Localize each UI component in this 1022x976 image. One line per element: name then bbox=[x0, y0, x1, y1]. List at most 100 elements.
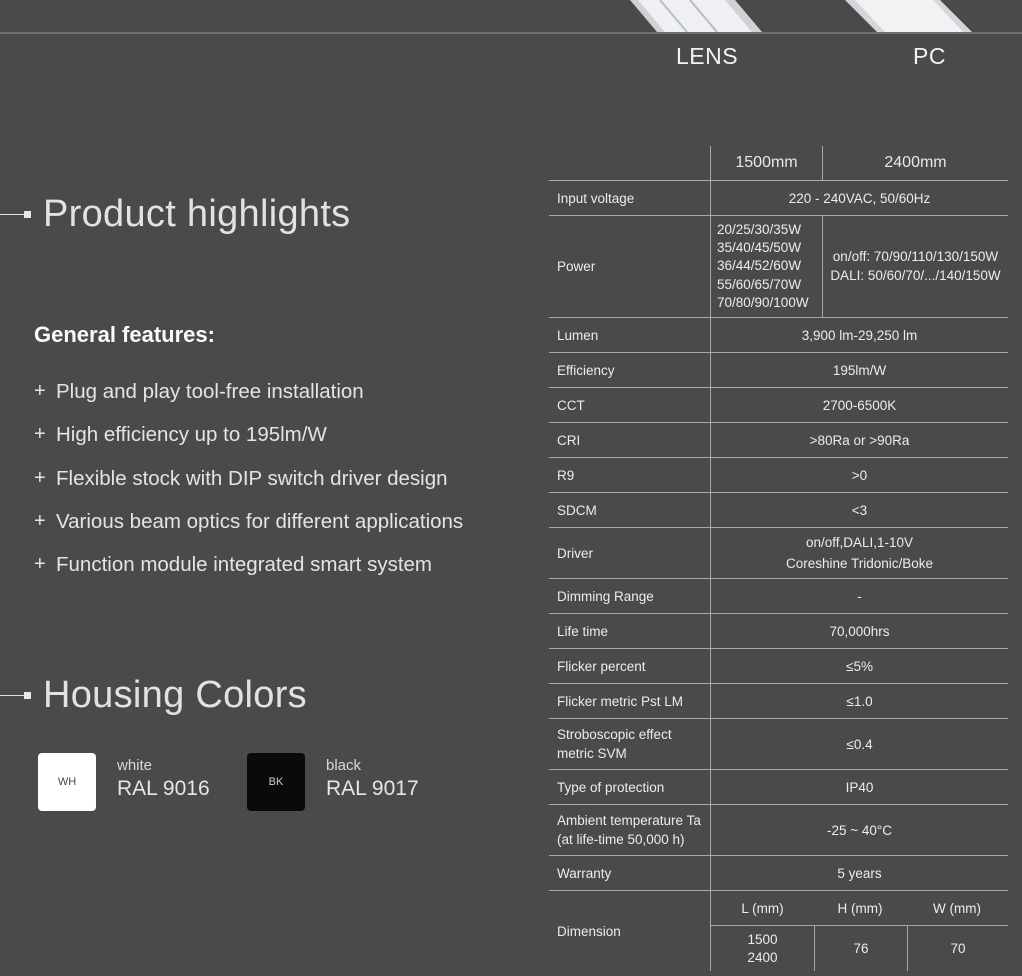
power-1500-values: 20/25/30/35W 35/40/45/50W 36/44/52/60W 5… bbox=[710, 216, 822, 317]
dimension-h-value: 76 bbox=[814, 926, 907, 971]
heading-line bbox=[0, 214, 24, 215]
label-line: (at life-time 50,000 h) bbox=[557, 832, 685, 847]
power-value: 70/80/90/100W bbox=[717, 294, 809, 310]
list-item: + High efficiency up to 195lm/W bbox=[34, 423, 463, 466]
row-value: >80Ra or >90Ra bbox=[710, 423, 1008, 457]
row-value: ≤5% bbox=[710, 649, 1008, 683]
pc-product-image bbox=[845, 0, 972, 32]
list-item: + Various beam optics for different appli… bbox=[34, 510, 463, 553]
plus-icon: + bbox=[34, 466, 46, 489]
driver-value-line: on/off,DALI,1-10V bbox=[805, 535, 914, 550]
row-label: Efficiency bbox=[557, 362, 615, 378]
power-value: DALI: 50/60/70/.../140/150W bbox=[830, 267, 1001, 283]
row-label: Ambient temperature Ta (at life-time 50,… bbox=[549, 805, 710, 855]
feature-text: Function module integrated smart system bbox=[56, 553, 432, 577]
row-label: Dimming Range bbox=[557, 588, 654, 604]
housing-colors-heading: Housing Colors bbox=[0, 674, 307, 717]
plus-icon: + bbox=[34, 509, 46, 532]
general-features-title: General features: bbox=[34, 322, 215, 347]
row-value: 70,000hrs bbox=[710, 614, 1008, 648]
row-value: on/off,DALI,1-10V Coreshine Tridonic/Bok… bbox=[710, 528, 1008, 578]
row-label: Flicker percent bbox=[557, 658, 646, 674]
row-label: Dimension bbox=[557, 923, 621, 939]
row-value: <3 bbox=[710, 493, 1008, 527]
lens-label: LENS bbox=[676, 43, 739, 69]
pc-label: PC bbox=[913, 43, 946, 69]
heading-marker bbox=[24, 692, 31, 699]
table-row: Stroboscopic effect metric SVM ≤0.4 bbox=[549, 719, 1008, 770]
row-value: -25 ~ 40°C bbox=[710, 805, 1008, 855]
list-item: + Function module integrated smart system bbox=[34, 553, 463, 596]
row-label: Life time bbox=[557, 623, 609, 639]
table-row: Flicker metric Pst LM ≤1.0 bbox=[549, 684, 1008, 719]
table-row: SDCM <3 bbox=[549, 493, 1008, 528]
table-row: Dimming Range - bbox=[549, 579, 1008, 614]
dimension-w-value: 70 bbox=[907, 926, 1008, 971]
dimension-header-l: L (mm) bbox=[741, 900, 784, 916]
dimension-value-row: 1500 2400 76 70 bbox=[711, 926, 1008, 971]
table-row: Ambient temperature Ta (at life-time 50,… bbox=[549, 805, 1008, 856]
product-highlights-heading: Product highlights bbox=[0, 193, 350, 236]
top-divider bbox=[0, 32, 1022, 34]
feature-text: High efficiency up to 195lm/W bbox=[56, 423, 327, 447]
label-line: metric SVM bbox=[557, 746, 627, 761]
power-value: 35/40/45/50W bbox=[717, 240, 802, 256]
table-row: Input voltage 220 - 240VAC, 50/60Hz bbox=[549, 181, 1008, 216]
list-item: + Plug and play tool-free installation bbox=[34, 380, 463, 423]
spec-header-row: 1500mm 2400mm bbox=[549, 146, 1008, 181]
label-line: Ambient temperature Ta bbox=[557, 813, 701, 828]
row-value: 3,900 lm-29,250 lm bbox=[710, 318, 1008, 352]
row-value: 5 years bbox=[710, 856, 1008, 890]
black-color-name: black bbox=[326, 757, 362, 774]
dimension-l-value: 2400 bbox=[747, 949, 778, 965]
power-value: 20/25/30/35W bbox=[717, 221, 802, 237]
white-color-name: white bbox=[117, 757, 153, 774]
plus-icon: + bbox=[34, 553, 46, 576]
row-value: IP40 bbox=[710, 770, 1008, 804]
table-row: Life time 70,000hrs bbox=[549, 614, 1008, 649]
power-value: 36/44/52/60W bbox=[717, 258, 802, 274]
row-label: SDCM bbox=[557, 502, 597, 518]
table-row: Driver on/off,DALI,1-10V Coreshine Trido… bbox=[549, 528, 1008, 579]
row-value: 220 - 240VAC, 50/60Hz bbox=[710, 181, 1008, 215]
plus-icon: + bbox=[34, 423, 46, 446]
row-value: - bbox=[710, 579, 1008, 613]
table-row: CRI >80Ra or >90Ra bbox=[549, 423, 1008, 458]
list-item: + Flexible stock with DIP switch driver d… bbox=[34, 467, 463, 510]
power-value: 55/60/65/70W bbox=[717, 276, 802, 292]
table-row: Type of protection IP40 bbox=[549, 770, 1008, 805]
row-label: CRI bbox=[557, 432, 581, 448]
row-label: R9 bbox=[557, 467, 575, 483]
table-row: CCT 2700-6500K bbox=[549, 388, 1008, 423]
table-row: Efficiency 195lm/W bbox=[549, 353, 1008, 388]
feature-text: Various beam optics for different applic… bbox=[56, 509, 464, 533]
dimension-header-w: W (mm) bbox=[933, 900, 981, 916]
black-ral-code: RAL 9017 bbox=[326, 777, 419, 800]
dimension-grid: L (mm) H (mm) W (mm) 1500 2400 76 70 bbox=[710, 891, 1008, 971]
product-highlights-title: Product highlights bbox=[43, 193, 351, 235]
column-header-2400: 2400mm bbox=[822, 146, 1008, 180]
row-value: 195lm/W bbox=[710, 353, 1008, 387]
white-color-swatch: WH bbox=[38, 753, 96, 811]
row-value: ≤1.0 bbox=[710, 684, 1008, 718]
table-row: Power 20/25/30/35W 35/40/45/50W 36/44/52… bbox=[549, 216, 1008, 318]
dimension-header-h: H (mm) bbox=[837, 900, 883, 916]
row-label: Stroboscopic effect metric SVM bbox=[549, 719, 710, 769]
row-label: Type of protection bbox=[557, 779, 665, 795]
dimension-row: Dimension L (mm) H (mm) W (mm) 1500 2400… bbox=[549, 891, 1008, 971]
row-label: Flicker metric Pst LM bbox=[557, 693, 684, 709]
driver-value-line: Coreshine Tridonic/Boke bbox=[785, 556, 934, 571]
row-label: Driver bbox=[557, 545, 593, 561]
spec-table: 1500mm 2400mm Input voltage 220 - 240VAC… bbox=[549, 146, 1008, 971]
dimension-header-row: L (mm) H (mm) W (mm) bbox=[711, 891, 1008, 926]
feature-text: Plug and play tool-free installation bbox=[56, 380, 364, 403]
power-2400-values: on/off: 70/90/110/130/150W DALI: 50/60/7… bbox=[822, 216, 1008, 317]
row-label: Lumen bbox=[557, 327, 599, 343]
row-value: >0 bbox=[710, 458, 1008, 492]
white-ral-code: RAL 9016 bbox=[117, 777, 210, 800]
row-label: Power bbox=[557, 259, 596, 274]
heading-marker bbox=[24, 211, 31, 218]
column-header-1500: 1500mm bbox=[710, 146, 822, 180]
black-color-swatch: BK bbox=[247, 753, 305, 811]
lens-product-image bbox=[630, 0, 762, 32]
